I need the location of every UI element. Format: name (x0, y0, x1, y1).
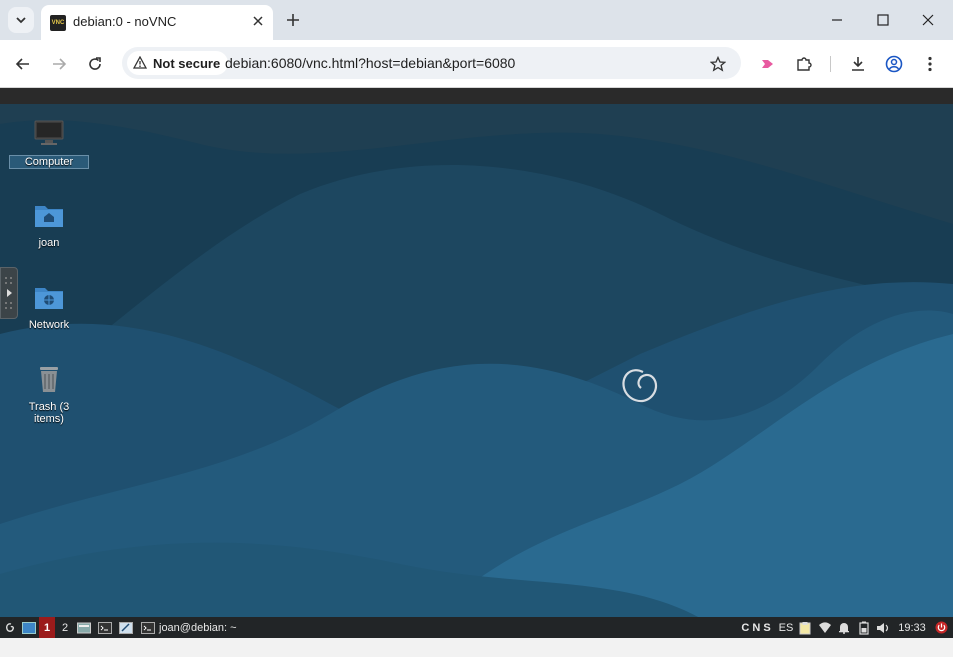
terminal-icon (141, 621, 155, 634)
puzzle-icon (797, 57, 812, 71)
terminal-launcher[interactable] (97, 617, 113, 638)
lock-keys-indicator: C N S (741, 621, 771, 634)
reload-button[interactable] (82, 51, 108, 77)
volume-button[interactable] (875, 617, 891, 638)
trash-icon (40, 367, 58, 392)
power-icon (935, 621, 947, 634)
security-label: Not secure (153, 55, 221, 71)
file-manager-icon (77, 622, 91, 633)
maximize-button[interactable] (866, 6, 900, 34)
reload-icon (89, 57, 101, 70)
downloads-button[interactable] (845, 51, 871, 77)
browser-tab[interactable]: VNC debian:0 - noVNC (41, 5, 273, 40)
network-status-button[interactable] (817, 617, 833, 638)
network-folder-icon (35, 288, 63, 309)
forward-button[interactable] (46, 51, 72, 77)
profile-button[interactable] (881, 51, 907, 77)
download-icon (852, 57, 864, 71)
minimize-button[interactable] (820, 6, 854, 34)
desktop-icon-computer[interactable]: Computer (9, 118, 89, 169)
browser-menu-button[interactable] (917, 51, 943, 77)
warning-icon (133, 56, 147, 69)
speaker-icon (877, 622, 889, 633)
minimize-icon (832, 19, 842, 21)
close-icon (253, 16, 263, 26)
more-vertical-icon (928, 56, 932, 72)
taskbar-window-terminal[interactable]: joan@debian: ~ (141, 617, 251, 638)
notifications-button[interactable] (836, 617, 852, 638)
desktop-icon-label: Network (28, 319, 70, 331)
tab-search-button[interactable] (8, 7, 34, 33)
window-title: joan@debian: ~ (159, 621, 237, 634)
bookmark-button[interactable] (707, 53, 729, 75)
desktop-icon-label: joan (38, 237, 60, 249)
back-button[interactable] (10, 51, 36, 77)
site-security-chip[interactable]: Not secure (127, 51, 229, 75)
address-bar[interactable]: Not secure debian:6080/vnc.html?host=deb… (122, 47, 741, 79)
clock[interactable]: 19:33 (894, 617, 930, 638)
extension-button[interactable] (755, 51, 781, 77)
show-desktop-button[interactable] (20, 617, 38, 638)
plus-icon (287, 14, 299, 26)
workspace-2-button[interactable]: 2 (57, 617, 73, 638)
power-button[interactable] (932, 617, 950, 638)
clipboard-icon (799, 621, 811, 634)
wifi-icon (819, 621, 831, 633)
star-icon (710, 56, 726, 72)
battery-icon (859, 621, 869, 635)
desktop-icon (22, 621, 36, 634)
desktop-icon-trash[interactable]: Trash (3 items) (9, 364, 89, 425)
tab-close-button[interactable] (248, 11, 268, 31)
vnc-top-strip (0, 88, 953, 104)
desktop-icon-network[interactable]: Network (9, 282, 89, 331)
maximize-icon (877, 14, 889, 26)
close-window-button[interactable] (911, 6, 945, 34)
text-editor-launcher[interactable] (118, 617, 134, 638)
expand-arrow-icon (5, 277, 12, 309)
vnc-favicon-icon: VNC (50, 15, 66, 31)
chevron-down-icon (16, 17, 26, 24)
text-editor-icon (119, 621, 133, 634)
clipboard-button[interactable] (797, 617, 813, 638)
toolbar-divider (830, 56, 831, 72)
remote-desktop[interactable]: Computer joan Network Trash (3 items) (0, 104, 953, 618)
extensions-button[interactable] (791, 51, 817, 77)
computer-icon (34, 120, 64, 145)
applications-menu-button[interactable] (2, 617, 18, 638)
browser-toolbar: Not secure debian:6080/vnc.html?host=deb… (0, 40, 953, 88)
account-icon (885, 55, 903, 73)
bell-icon (839, 623, 849, 634)
desktop-icon-label: Trash (3 items) (28, 401, 70, 425)
tab-bar: VNC debian:0 - noVNC (0, 0, 953, 40)
desktop-icon-label: Computer (9, 155, 89, 169)
file-manager-launcher[interactable] (76, 617, 92, 638)
extension-arrow-icon (762, 60, 773, 68)
url-text[interactable]: debian:6080/vnc.html?host=debian&port=60… (225, 55, 515, 71)
close-icon (922, 14, 934, 26)
desktop-taskbar: 1 2 joan@debian: ~ C N S ES 19:33 (0, 617, 953, 638)
arrow-right-icon (53, 58, 67, 70)
home-folder-icon (35, 206, 63, 227)
tab-title: debian:0 - noVNC (73, 14, 177, 29)
novnc-control-handle[interactable] (0, 267, 18, 319)
debian-menu-icon (6, 622, 14, 632)
browser-bottom-edge (0, 638, 953, 657)
arrow-left-icon (15, 58, 29, 70)
debian-wallpaper (0, 104, 953, 618)
desktop-icon-home[interactable]: joan (9, 200, 89, 249)
new-tab-button[interactable] (282, 9, 304, 31)
keyboard-layout-indicator[interactable]: ES (776, 617, 796, 638)
workspace-1-button[interactable]: 1 (39, 617, 55, 638)
power-manager-button[interactable] (856, 617, 872, 638)
terminal-icon (98, 621, 112, 634)
